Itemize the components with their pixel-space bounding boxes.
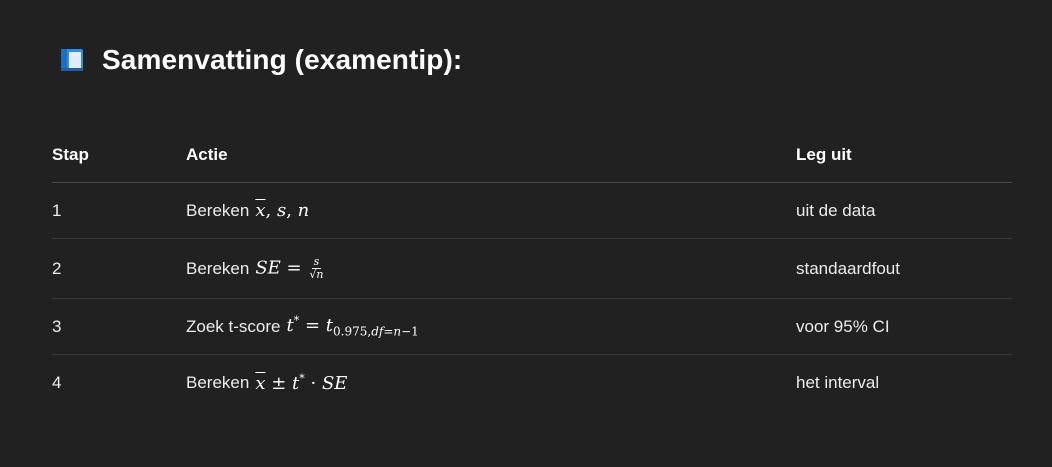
table-row: 2 Bereken SE = s √n standaardfout <box>52 239 1012 299</box>
formula-t-score: t* = t0.975,df=n−1 <box>286 314 419 339</box>
step-number: 1 <box>52 200 62 220</box>
page: Samenvatting (examentip): Stap Actie Leg… <box>0 0 1052 467</box>
table-row: 3 Zoek t-score t* = t0.975,df=n−1 voor 9… <box>52 299 1012 355</box>
step-number: 4 <box>52 372 62 392</box>
explain-cell: het interval <box>796 372 880 392</box>
blue-book-icon <box>58 46 86 74</box>
header-step: Stap <box>52 145 89 164</box>
table-row: 1 Bereken x, s, n uit de data <box>52 183 1012 239</box>
page-title: Samenvatting (examentip): <box>102 44 463 75</box>
action-text: Bereken <box>186 372 250 392</box>
action-cell: Zoek t-score t* = t0.975,df=n−1 <box>186 314 796 339</box>
action-cell: Bereken x ± t* · SE <box>186 372 796 394</box>
action-text: Bereken <box>186 200 250 220</box>
header-action: Actie <box>186 145 228 164</box>
table-row: 4 Bereken x ± t* · SE het interval <box>52 355 1012 410</box>
action-text: Bereken <box>186 258 250 278</box>
explain-cell: voor 95% CI <box>796 316 890 336</box>
table-header-row: Stap Actie Leg uit <box>52 128 1012 183</box>
section-heading: Samenvatting (examentip): <box>58 40 462 80</box>
action-text: Zoek t-score <box>186 316 281 336</box>
explain-cell: standaardfout <box>796 258 900 278</box>
header-explain: Leg uit <box>796 145 852 164</box>
step-number: 3 <box>52 316 62 336</box>
step-number: 2 <box>52 258 62 278</box>
formula-confidence-interval: x ± t* · SE <box>255 371 348 394</box>
explain-cell: uit de data <box>796 200 876 220</box>
formula-standard-error: SE = s √n <box>255 255 324 281</box>
action-cell: Bereken SE = s √n <box>186 256 796 281</box>
action-cell: Bereken x, s, n <box>186 200 796 221</box>
formula-mean-sd-n: x, s, n <box>255 200 310 221</box>
summary-table: Stap Actie Leg uit 1 Bereken x, s, n uit… <box>52 128 1012 410</box>
